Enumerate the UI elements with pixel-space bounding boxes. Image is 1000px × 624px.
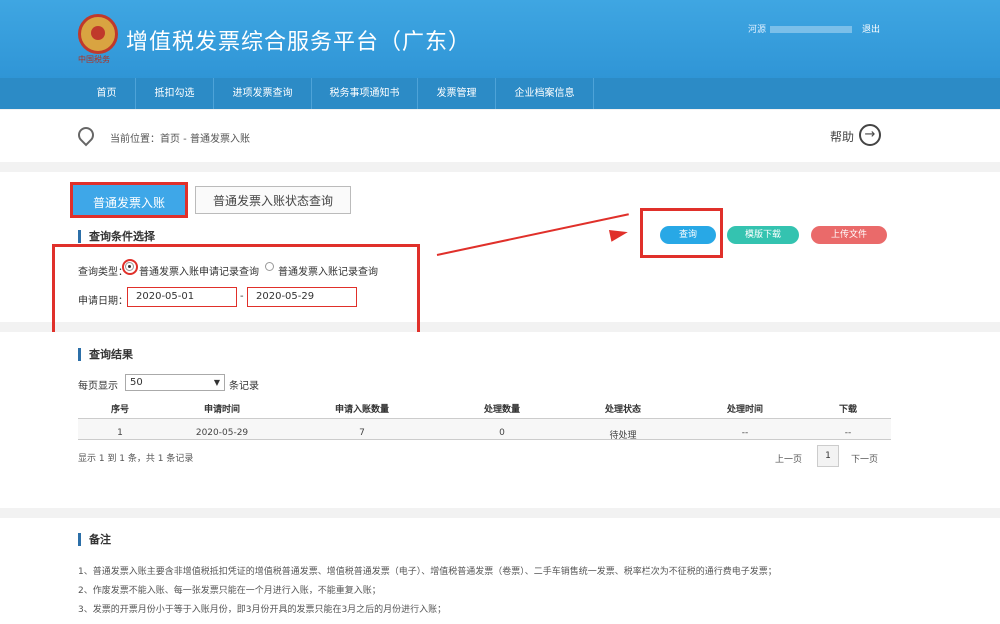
masked-username (770, 26, 853, 33)
cell-download[interactable]: -- (830, 428, 866, 438)
col-download: 下载 (838, 405, 857, 415)
note-item: 3、发票的开票月份小于等于入账月份，即3月份开具的发票只能在3月之后的月份进行入… (78, 605, 447, 615)
breadcrumb: 当前位置：首页 - 普通发票入账 (110, 134, 250, 145)
cell-index: 1 (117, 428, 123, 438)
results-section-title: 查询结果 (78, 348, 133, 361)
col-apply-quantity: 申请入账数量 (334, 405, 389, 415)
tab-invoice-entry[interactable]: 普通发票入账 (70, 182, 188, 218)
prev-page-button[interactable]: 上一页 (775, 452, 802, 465)
tab-entry-status-query[interactable]: 普通发票入账状态查询 (195, 186, 351, 214)
main-nav: 首页 抵扣勾选 进项发票查询 税务事项通知书 发票管理 企业档案信息 (0, 78, 1000, 109)
notes-title: 备注 (78, 533, 111, 546)
cell-apply-time: 2020-05-29 (195, 428, 249, 438)
next-page-button[interactable]: 下一页 (851, 452, 878, 465)
results-summary: 显示 1 到 1 条，共 1 条记录 (78, 454, 194, 464)
logout-link[interactable]: 退出 (862, 22, 880, 35)
cell-processed-quantity: 0 (499, 428, 505, 438)
col-processed-quantity: 处理数量 (483, 405, 520, 415)
cell-status: 待处理 (609, 431, 637, 441)
app-header: 中国税务 增值税发票综合服务平台（广东） 河源 退出 (0, 0, 1000, 78)
date-label: 申请日期： (78, 296, 128, 307)
emblem-caption: 中国税务 (78, 55, 110, 64)
template-download-button[interactable]: 模版下载 (727, 226, 799, 244)
nav-company-profile[interactable]: 企业档案信息 (496, 78, 594, 109)
date-from-input[interactable]: 2020-05-01 (127, 287, 237, 307)
query-button[interactable]: 查询 (660, 226, 716, 244)
col-index: 序号 (110, 405, 129, 415)
tax-emblem-icon (78, 14, 118, 54)
nav-home[interactable]: 首页 (78, 78, 136, 109)
per-page-prefix: 每页显示 (78, 381, 118, 392)
nav-deduction[interactable]: 抵扣勾选 (136, 78, 214, 109)
col-apply-time: 申请时间 (203, 405, 240, 415)
query-section-title: 查询条件选择 (78, 230, 155, 243)
page-number[interactable]: 1 (817, 445, 839, 467)
nav-invoice-management[interactable]: 发票管理 (418, 78, 496, 109)
page-title: 增值税发票综合服务平台（广东） (126, 30, 472, 55)
query-type-label: 查询类型： (78, 267, 128, 278)
col-status: 处理状态 (604, 405, 641, 415)
nav-tax-notice[interactable]: 税务事项通知书 (312, 78, 418, 109)
per-page-suffix: 条记录 (229, 381, 259, 392)
date-to-input[interactable]: 2020-05-29 (247, 287, 357, 307)
radio-apply-records[interactable] (125, 262, 134, 271)
user-info: 河源 (748, 22, 856, 35)
per-page-select[interactable]: 50 ▼ (125, 374, 225, 391)
note-item: 1、普通发票入账主要含非增值税抵扣凭证的增值税普通发票、增值税普通发票（电子）、… (78, 567, 777, 577)
option-apply-records-label: 普通发票入账申请记录查询 (139, 267, 259, 278)
arrow-right-icon[interactable]: → (859, 124, 881, 146)
note-item: 2、作废发票不能入账、每一张发票只能在一个月进行入账，不能重复入账； (78, 586, 381, 596)
option-entry-records-label: 普通发票入账记录查询 (278, 267, 378, 278)
col-process-time: 处理时间 (726, 405, 763, 415)
cell-process-time: -- (741, 428, 749, 438)
radio-entry-records[interactable] (265, 262, 274, 271)
caret-down-icon: ▼ (213, 378, 220, 387)
nav-input-invoice-query[interactable]: 进项发票查询 (214, 78, 312, 109)
cell-apply-quantity: 7 (359, 428, 365, 438)
upload-file-button[interactable]: 上传文件 (811, 226, 887, 244)
help-link[interactable]: 帮助 (830, 128, 854, 145)
date-separator: - (240, 291, 244, 302)
